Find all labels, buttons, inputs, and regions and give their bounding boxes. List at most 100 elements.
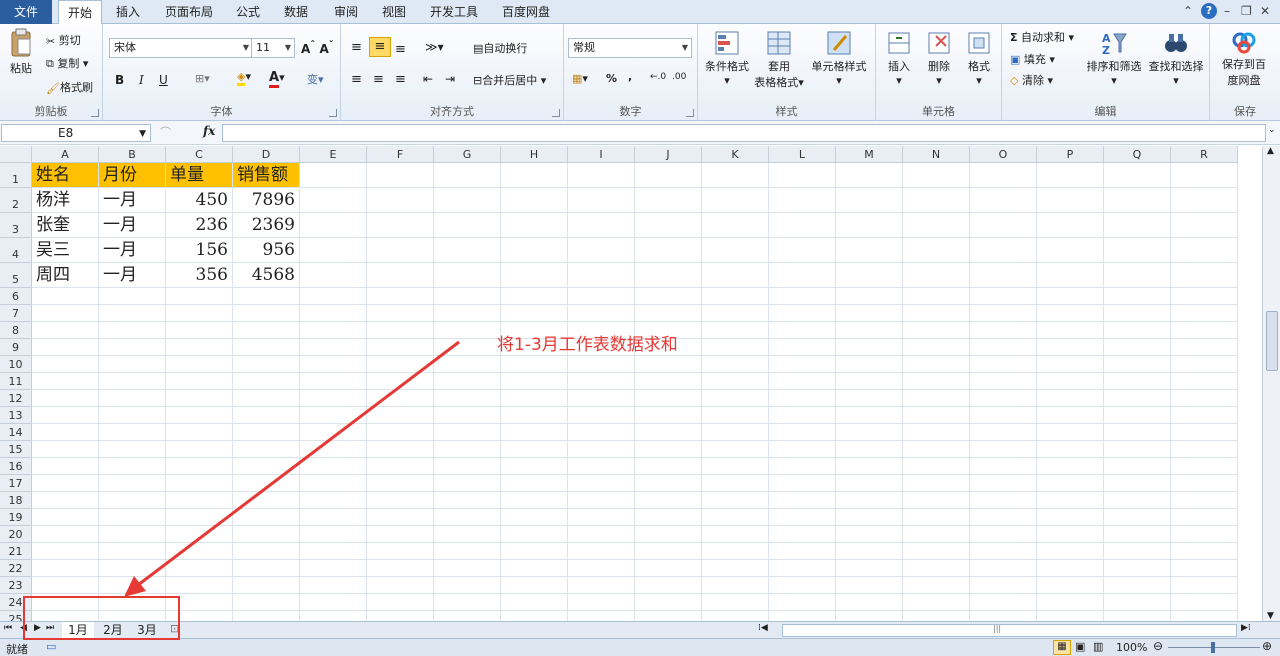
cell-d23[interactable] [233,577,300,594]
cell-h10[interactable] [501,356,568,373]
cell-h20[interactable] [501,526,568,543]
cell-g24[interactable] [434,594,501,611]
cell-r5[interactable] [1171,263,1238,288]
row-header-18[interactable]: 18 [0,492,32,509]
cell-m5[interactable] [836,263,903,288]
table-data-cell[interactable]: 张奎 [32,213,99,238]
align-bottom-icon[interactable]: ≡ [395,42,406,57]
cell-k4[interactable] [702,238,769,263]
decrease-indent-icon[interactable]: ⇤ [423,72,433,86]
cell-i17[interactable] [568,475,635,492]
tab-file[interactable]: 文件 [0,0,52,24]
column-header-m[interactable]: M [836,146,903,163]
cell-i7[interactable] [568,305,635,322]
bold-button[interactable]: B [115,73,124,87]
cell-k17[interactable] [702,475,769,492]
vertical-scrollbar[interactable]: ▲ ▼ [1262,146,1280,621]
row-header-17[interactable]: 17 [0,475,32,492]
cell-m20[interactable] [836,526,903,543]
column-header-o[interactable]: O [970,146,1037,163]
cell-c22[interactable] [166,560,233,577]
cell-n1[interactable] [903,163,970,188]
table-header-cell[interactable]: 销售额 [233,163,300,188]
cell-o1[interactable] [970,163,1037,188]
cell-k20[interactable] [702,526,769,543]
cell-d7[interactable] [233,305,300,322]
cell-n20[interactable] [903,526,970,543]
cell-f11[interactable] [367,373,434,390]
cell-b12[interactable] [99,390,166,407]
cell-g17[interactable] [434,475,501,492]
cell-g7[interactable] [434,305,501,322]
column-header-f[interactable]: F [367,146,434,163]
cell-e12[interactable] [300,390,367,407]
cell-l10[interactable] [769,356,836,373]
help-icon[interactable]: ? [1201,3,1217,19]
cell-c13[interactable] [166,407,233,424]
cell-g13[interactable] [434,407,501,424]
cell-n8[interactable] [903,322,970,339]
cell-b19[interactable] [99,509,166,526]
cell-c6[interactable] [166,288,233,305]
cell-a10[interactable] [32,356,99,373]
cell-r17[interactable] [1171,475,1238,492]
cell-a19[interactable] [32,509,99,526]
cell-c15[interactable] [166,441,233,458]
cell-e9[interactable] [300,339,367,356]
cell-k10[interactable] [702,356,769,373]
page-layout-view-icon[interactable]: ▣ [1075,640,1085,653]
cell-m25[interactable] [836,611,903,621]
cell-r2[interactable] [1171,188,1238,213]
cell-p24[interactable] [1037,594,1104,611]
cell-l9[interactable] [769,339,836,356]
macro-record-icon[interactable]: ▭ [46,640,56,653]
cell-h23[interactable] [501,577,568,594]
cell-f7[interactable] [367,305,434,322]
cell-l18[interactable] [769,492,836,509]
cell-l8[interactable] [769,322,836,339]
cell-k13[interactable] [702,407,769,424]
cell-j2[interactable] [635,188,702,213]
cell-n9[interactable] [903,339,970,356]
table-data-cell[interactable]: 周四 [32,263,99,288]
cell-e14[interactable] [300,424,367,441]
cell-n24[interactable] [903,594,970,611]
cell-b9[interactable] [99,339,166,356]
cell-l4[interactable] [769,238,836,263]
cell-n23[interactable] [903,577,970,594]
cell-k1[interactable] [702,163,769,188]
cell-n6[interactable] [903,288,970,305]
cell-o11[interactable] [970,373,1037,390]
cell-o25[interactable] [970,611,1037,621]
cut-button[interactable]: ✂ 剪切 [46,32,81,48]
clipboard-launcher[interactable] [91,109,99,117]
cell-b7[interactable] [99,305,166,322]
row-header-9[interactable]: 9 [0,339,32,356]
cell-a15[interactable] [32,441,99,458]
cell-k12[interactable] [702,390,769,407]
cell-h16[interactable] [501,458,568,475]
row-header-21[interactable]: 21 [0,543,32,560]
tab-page-layout[interactable]: 页面布局 [158,0,220,24]
cell-c17[interactable] [166,475,233,492]
cell-b16[interactable] [99,458,166,475]
cell-g22[interactable] [434,560,501,577]
cell-k18[interactable] [702,492,769,509]
worksheet-grid[interactable]: ABCDEFGHIJKLMNOPQR 1 2 3 4 5 6 7 8 9 10 11 12 13 14 15… [0,146,1262,621]
cell-d9[interactable] [233,339,300,356]
orientation-icon[interactable]: ≫▾ [425,40,444,54]
cell-j7[interactable] [635,305,702,322]
first-sheet-icon[interactable]: ⏮ [4,623,12,633]
table-data-cell[interactable]: 一月 [99,213,166,238]
accounting-format-button[interactable]: ▦▾ [572,72,588,85]
grow-font-button[interactable]: Aˆ Aˇ [301,40,334,56]
cell-q24[interactable] [1104,594,1171,611]
cell-j4[interactable] [635,238,702,263]
cell-m17[interactable] [836,475,903,492]
cell-d22[interactable] [233,560,300,577]
column-header-i[interactable]: I [568,146,635,163]
cell-a6[interactable] [32,288,99,305]
row-header-6[interactable]: 6 [0,288,32,305]
cell-r22[interactable] [1171,560,1238,577]
table-data-cell[interactable]: 236 [166,213,233,238]
